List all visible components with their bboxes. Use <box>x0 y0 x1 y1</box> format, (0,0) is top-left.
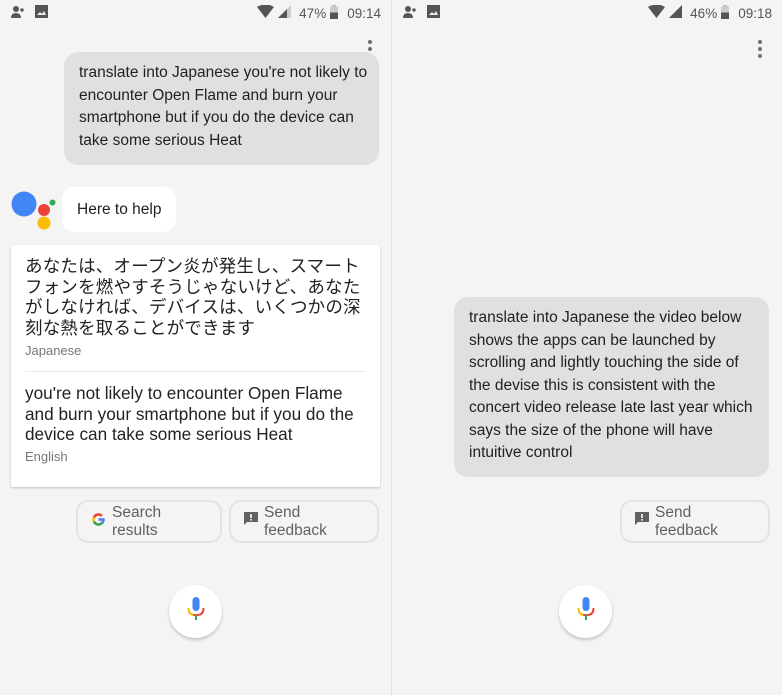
battery-percent: 47% <box>299 5 327 21</box>
source-text: you're not likely to encounter Open Flam… <box>25 383 354 444</box>
send-feedback-chip[interactable]: Send feedback <box>229 500 379 543</box>
search-results-label: Search results <box>112 503 162 539</box>
wifi-icon <box>648 4 666 21</box>
source-language-label: English <box>25 448 68 464</box>
microphone-button[interactable] <box>169 585 222 638</box>
clock: 09:14 <box>347 5 381 21</box>
status-bar: 47% 09:14 <box>0 0 391 26</box>
assistant-screen-right: 46% 09:18 translate into Japanese the vi… <box>391 0 782 695</box>
send-feedback-chip[interactable]: Send feedback <box>620 500 770 543</box>
battery-percent: 46% <box>690 5 718 21</box>
user-message-bubble: translate into Japanese the video below … <box>454 297 769 477</box>
translated-language-label: Japanese <box>25 343 82 358</box>
assistant-screen-left: 47% 09:14 translate into Japanese you're… <box>0 0 391 695</box>
image-icon <box>35 5 48 21</box>
google-assistant-logo-icon <box>11 190 57 232</box>
microphone-button[interactable] <box>559 585 612 638</box>
add-contact-icon <box>10 5 26 22</box>
wifi-icon <box>257 4 275 21</box>
card-divider <box>25 371 366 372</box>
search-results-chip[interactable]: Search results <box>76 500 222 543</box>
translation-card[interactable]: あなたは、オープン炎が発生し、スマートフォンを燃やすそうじゃないけど、あなたがし… <box>11 245 380 487</box>
image-icon <box>427 5 440 21</box>
feedback-icon <box>244 512 258 531</box>
battery-icon <box>330 4 339 22</box>
cell-signal-icon <box>669 5 683 21</box>
send-feedback-label: Send feedback <box>264 503 327 539</box>
add-contact-icon <box>402 5 418 22</box>
microphone-icon <box>577 597 595 626</box>
clock: 09:18 <box>738 5 772 21</box>
send-feedback-label: Send feedback <box>655 503 718 539</box>
feedback-icon <box>635 512 649 531</box>
google-g-icon <box>91 512 106 532</box>
battery-icon <box>721 4 730 22</box>
user-message-bubble: translate into Japanese you're not likel… <box>64 52 379 165</box>
assistant-message-bubble: Here to help <box>62 187 177 232</box>
translated-text: あなたは、オープン炎が発生し、スマートフォンを燃やすそうじゃないけど、あなたがし… <box>25 257 361 339</box>
microphone-icon <box>187 597 205 626</box>
status-bar: 46% 09:18 <box>392 0 782 26</box>
more-vert-icon[interactable] <box>754 40 766 58</box>
cell-signal-icon <box>278 5 292 21</box>
